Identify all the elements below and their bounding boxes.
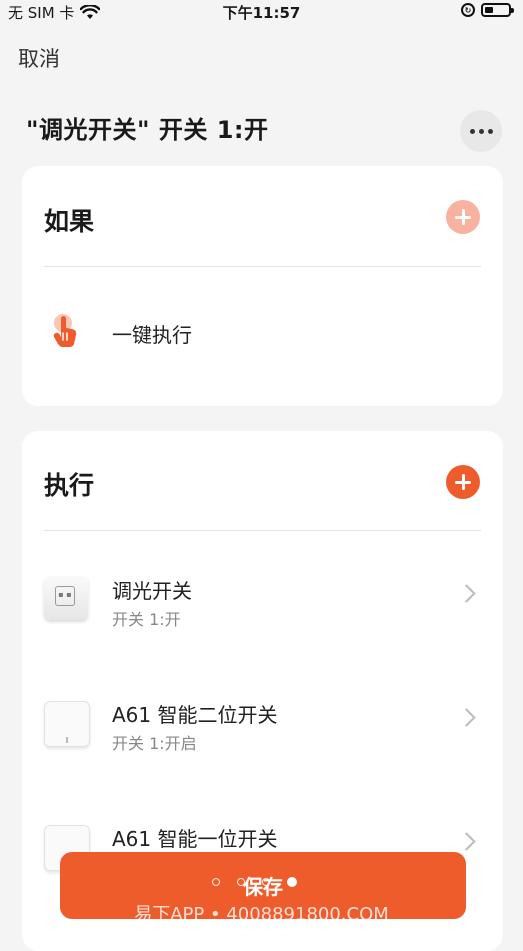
condition-label: 一键执行 (112, 323, 192, 347)
chevron-right-icon (457, 832, 476, 851)
add-condition-button[interactable] (446, 200, 480, 234)
condition-row-one-tap[interactable]: 一键执行 (22, 299, 503, 369)
page-dot-active (287, 877, 297, 887)
orientation-lock-icon: ↻ (461, 3, 475, 17)
if-section-title: 如果 (44, 207, 95, 236)
action-row[interactable]: A61 智能二位开关 开关 1:开启 (22, 687, 503, 757)
action-row[interactable]: ▪ ▪ 调光开关 开关 1:开 (22, 563, 503, 633)
page-title: "调光开关" 开关 1:开 (26, 116, 269, 144)
device-name: A61 智能二位开关 (112, 703, 278, 727)
if-card: 如果 一键执行 (22, 166, 503, 406)
watermark: 易下APP • 4008891800.COM (134, 904, 389, 925)
more-dot-icon (478, 128, 484, 134)
action-section-title: 执行 (44, 471, 95, 500)
add-action-button[interactable] (446, 465, 480, 499)
status-bar: 无 SIM 卡 下午11:57 ↻ (0, 0, 523, 24)
device-name: 调光开关 (112, 579, 192, 603)
page-dot (212, 878, 220, 886)
chevron-right-icon (457, 708, 476, 727)
more-options-button[interactable] (460, 110, 502, 152)
page-dot (262, 878, 270, 886)
chevron-right-icon (457, 584, 476, 603)
device-action: 开关 1:开 (112, 610, 181, 629)
divider (44, 266, 481, 267)
device-name: A61 智能一位开关 (112, 827, 278, 851)
more-dot-icon (469, 128, 475, 134)
hand-tap-icon (53, 314, 77, 347)
battery-icon (481, 3, 514, 17)
double-switch-icon (44, 701, 90, 747)
device-action: 开关 1:开启 (112, 734, 197, 753)
dimmer-switch-icon: ▪ ▪ (44, 576, 88, 620)
divider (44, 530, 481, 531)
page-dot (237, 878, 245, 886)
clock: 下午11:57 (222, 4, 301, 22)
cancel-button[interactable]: 取消 (18, 43, 60, 73)
more-dot-icon (487, 128, 493, 134)
page-indicator (212, 877, 297, 887)
